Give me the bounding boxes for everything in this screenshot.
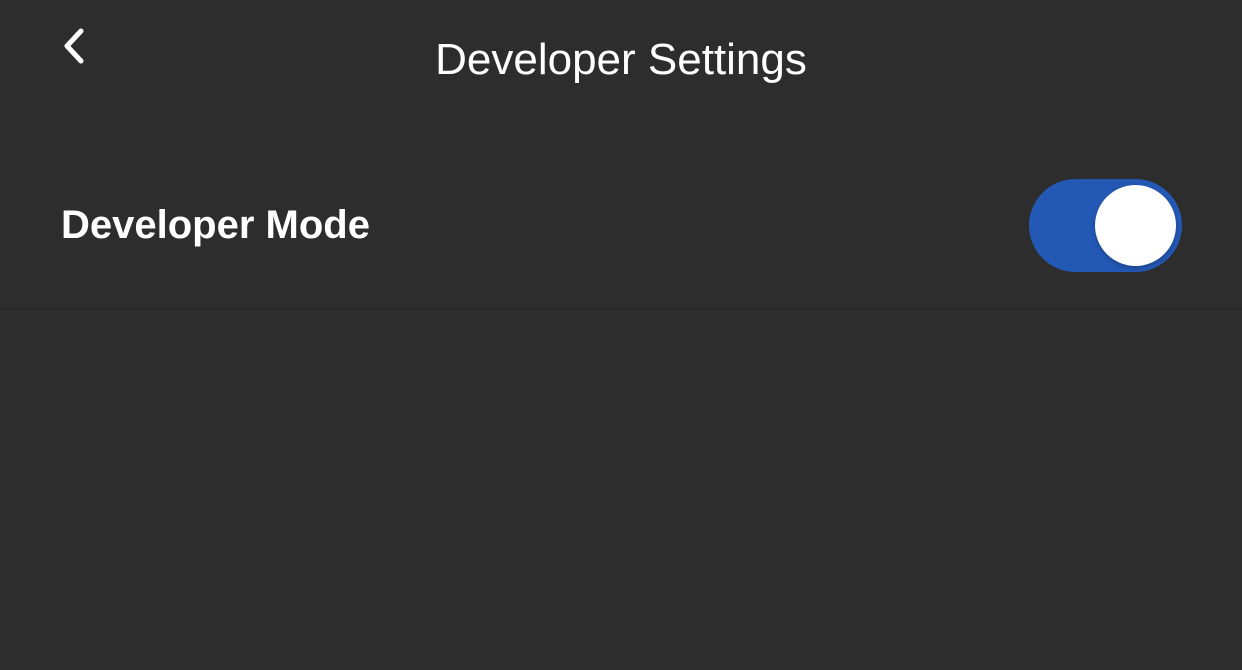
navigation-bar: Developer Settings xyxy=(0,0,1242,120)
toggle-knob xyxy=(1095,185,1176,266)
developer-mode-label: Developer Mode xyxy=(61,203,370,247)
developer-mode-toggle[interactable] xyxy=(1029,179,1182,272)
settings-row-developer-mode: Developer Mode xyxy=(0,140,1242,310)
page-title: Developer Settings xyxy=(435,35,807,84)
